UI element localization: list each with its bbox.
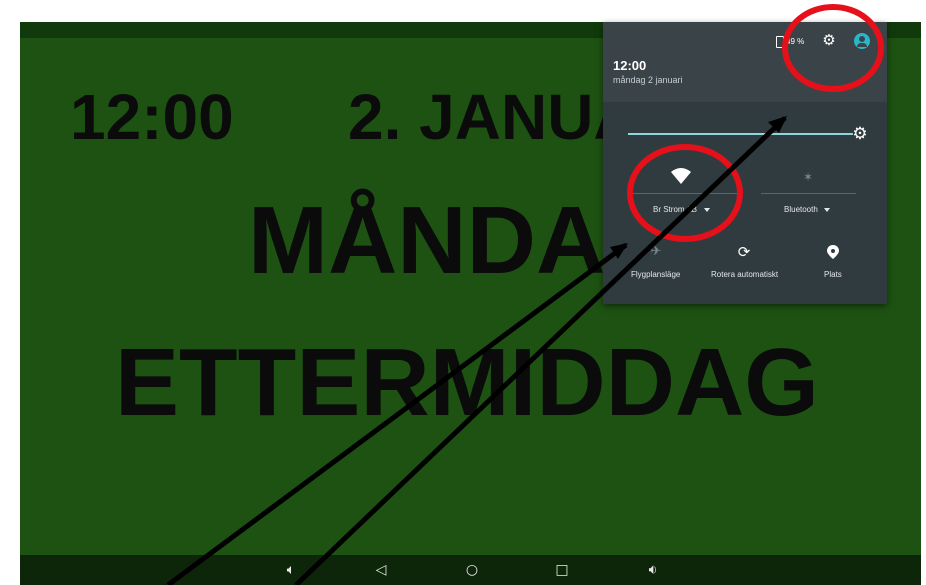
arrow-to-settings — [294, 116, 787, 585]
settings-highlight-circle — [782, 4, 884, 92]
wifi-highlight-circle — [627, 144, 743, 242]
annotation-overlay — [166, 4, 884, 585]
arrow-to-wifi — [166, 242, 628, 585]
